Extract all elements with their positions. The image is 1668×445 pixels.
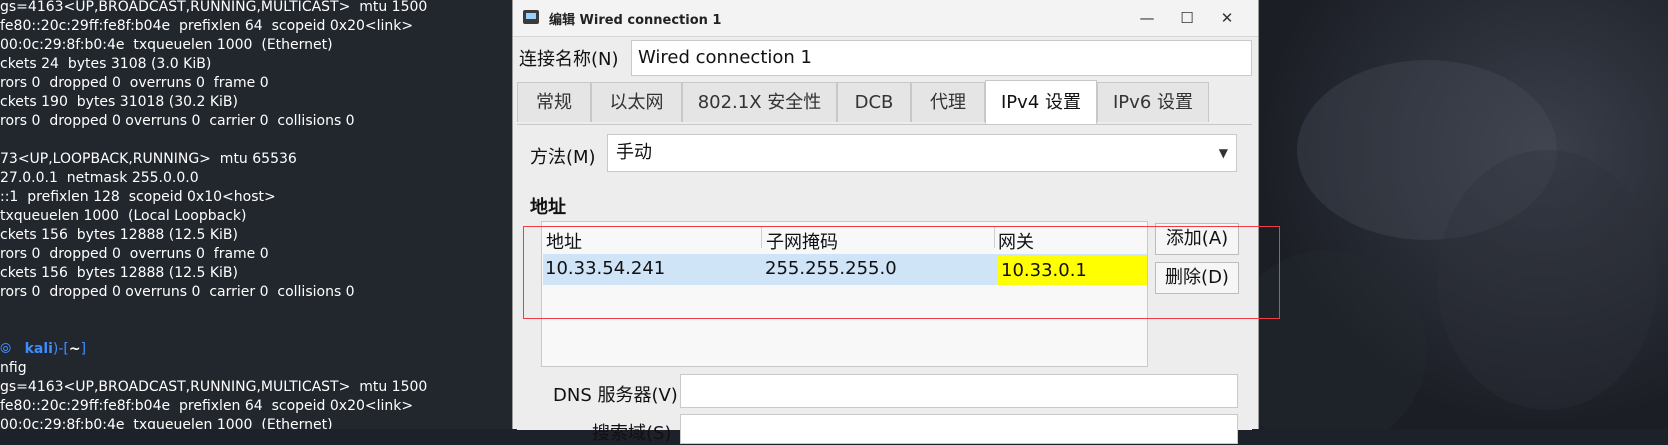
column-separator bbox=[761, 226, 762, 248]
method-select[interactable]: 手动 ▼ bbox=[607, 134, 1237, 172]
chevron-down-icon: ▼ bbox=[1218, 146, 1228, 160]
prompt-path: ~ bbox=[68, 341, 81, 357]
dialog-title: 编辑 Wired connection 1 bbox=[549, 13, 722, 28]
address-cell[interactable]: 10.33.54.241 bbox=[545, 258, 665, 279]
dns-servers-label: DNS 服务器(V) bbox=[553, 385, 678, 406]
column-header-netmask[interactable]: 子网掩码 bbox=[766, 228, 838, 254]
delete-address-button[interactable]: 删除(D) bbox=[1155, 262, 1239, 294]
prompt-symbol: ⦾ bbox=[0, 341, 25, 357]
terminal-line: rors 0 dropped 0 overruns 0 carrier 0 co… bbox=[0, 113, 355, 129]
terminal-prompt: ⦾ kali)-[~] bbox=[0, 340, 86, 359]
terminal-line: ckets 190 bytes 31018 (30.2 KiB) bbox=[0, 94, 238, 110]
terminal-line: 73<UP,LOOPBACK,RUNNING> mtu 65536 bbox=[0, 151, 297, 167]
maximize-button[interactable]: ☐ bbox=[1170, 6, 1204, 30]
terminal-line: gs=4163<UP,BROADCAST,RUNNING,MULTICAST> … bbox=[0, 0, 428, 15]
tab-ethernet[interactable]: 以太网 bbox=[591, 82, 682, 122]
table-row[interactable]: 10.33.54.241 255.255.255.0 10.33.0.1 bbox=[543, 254, 1147, 285]
address-table[interactable]: 地址 子网掩码 网关 10.33.54.241 255.255.255.0 10… bbox=[541, 221, 1148, 367]
terminal-line: rors 0 dropped 0 overruns 0 frame 0 bbox=[0, 75, 269, 91]
terminal-line: 00:0c:29:8f:b0:4e txqueuelen 1000 (Ether… bbox=[0, 417, 333, 429]
add-address-button[interactable]: 添加(A) bbox=[1155, 223, 1239, 255]
search-domains-label: 搜索域(S) bbox=[592, 423, 672, 444]
connection-name-label: 连接名称(N) bbox=[519, 49, 619, 70]
terminal-line: fe80::20c:29ff:fe8f:b04e prefixlen 64 sc… bbox=[0, 398, 414, 414]
tab-general[interactable]: 常规 bbox=[517, 82, 591, 122]
terminal-line: rors 0 dropped 0 overruns 0 frame 0 bbox=[0, 246, 269, 262]
column-separator bbox=[994, 226, 995, 248]
terminal-line: gs=4163<UP,BROADCAST,RUNNING,MULTICAST> … bbox=[0, 379, 428, 395]
tab-proxy[interactable]: 代理 bbox=[911, 82, 985, 122]
terminal-line: ckets 156 bytes 12888 (12.5 KiB) bbox=[0, 227, 238, 243]
tab-dcb[interactable]: DCB bbox=[837, 82, 911, 122]
wallpaper-image bbox=[1257, 0, 1668, 429]
search-domains-input[interactable] bbox=[680, 414, 1238, 444]
terminal-line: nfig bbox=[0, 360, 27, 376]
column-header-gateway[interactable]: 网关 bbox=[998, 228, 1034, 254]
terminal-line: ckets 156 bytes 12888 (12.5 KiB) bbox=[0, 265, 238, 281]
prompt-separator: )-[ bbox=[52, 341, 69, 357]
tab-ipv4-settings[interactable]: IPv4 设置 bbox=[985, 80, 1097, 124]
connection-name-input[interactable]: Wired connection 1 bbox=[631, 40, 1252, 76]
address-section-title: 地址 bbox=[530, 197, 566, 218]
gateway-cell[interactable]: 10.33.0.1 bbox=[997, 256, 1147, 285]
prompt-user: kali bbox=[24, 341, 53, 357]
method-selected-value: 手动 bbox=[616, 142, 652, 163]
terminal-line: 00:0c:29:8f:b0:4e txqueuelen 1000 (Ether… bbox=[0, 37, 333, 53]
tab-ipv6-settings[interactable]: IPv6 设置 bbox=[1097, 82, 1209, 122]
terminal-line: rors 0 dropped 0 overruns 0 carrier 0 co… bbox=[0, 284, 355, 300]
terminal-window[interactable]: gs=4163<UP,BROADCAST,RUNNING,MULTICAST> … bbox=[0, 0, 512, 429]
network-app-icon bbox=[523, 10, 539, 24]
dns-servers-input[interactable] bbox=[680, 374, 1238, 408]
terminal-line: 27.0.0.1 netmask 255.0.0.0 bbox=[0, 170, 199, 186]
tab-8021x-security[interactable]: 802.1X 安全性 bbox=[682, 82, 837, 122]
terminal-line: fe80::20c:29ff:fe8f:b04e prefixlen 64 sc… bbox=[0, 18, 414, 34]
netmask-cell[interactable]: 255.255.255.0 bbox=[765, 258, 897, 279]
minimize-button[interactable]: — bbox=[1130, 6, 1164, 30]
terminal-line: txqueuelen 1000 (Local Loopback) bbox=[0, 208, 247, 224]
terminal-line: ckets 24 bytes 3108 (3.0 KiB) bbox=[0, 56, 212, 72]
method-label: 方法(M) bbox=[530, 147, 596, 168]
column-header-address[interactable]: 地址 bbox=[546, 228, 582, 254]
dialog-titlebar[interactable]: 编辑 Wired connection 1 — ☐ ✕ bbox=[513, 0, 1258, 37]
close-button[interactable]: ✕ bbox=[1210, 6, 1244, 30]
terminal-line: ::1 prefixlen 128 scopeid 0x10<host> bbox=[0, 189, 276, 205]
prompt-end: ] bbox=[80, 341, 87, 357]
